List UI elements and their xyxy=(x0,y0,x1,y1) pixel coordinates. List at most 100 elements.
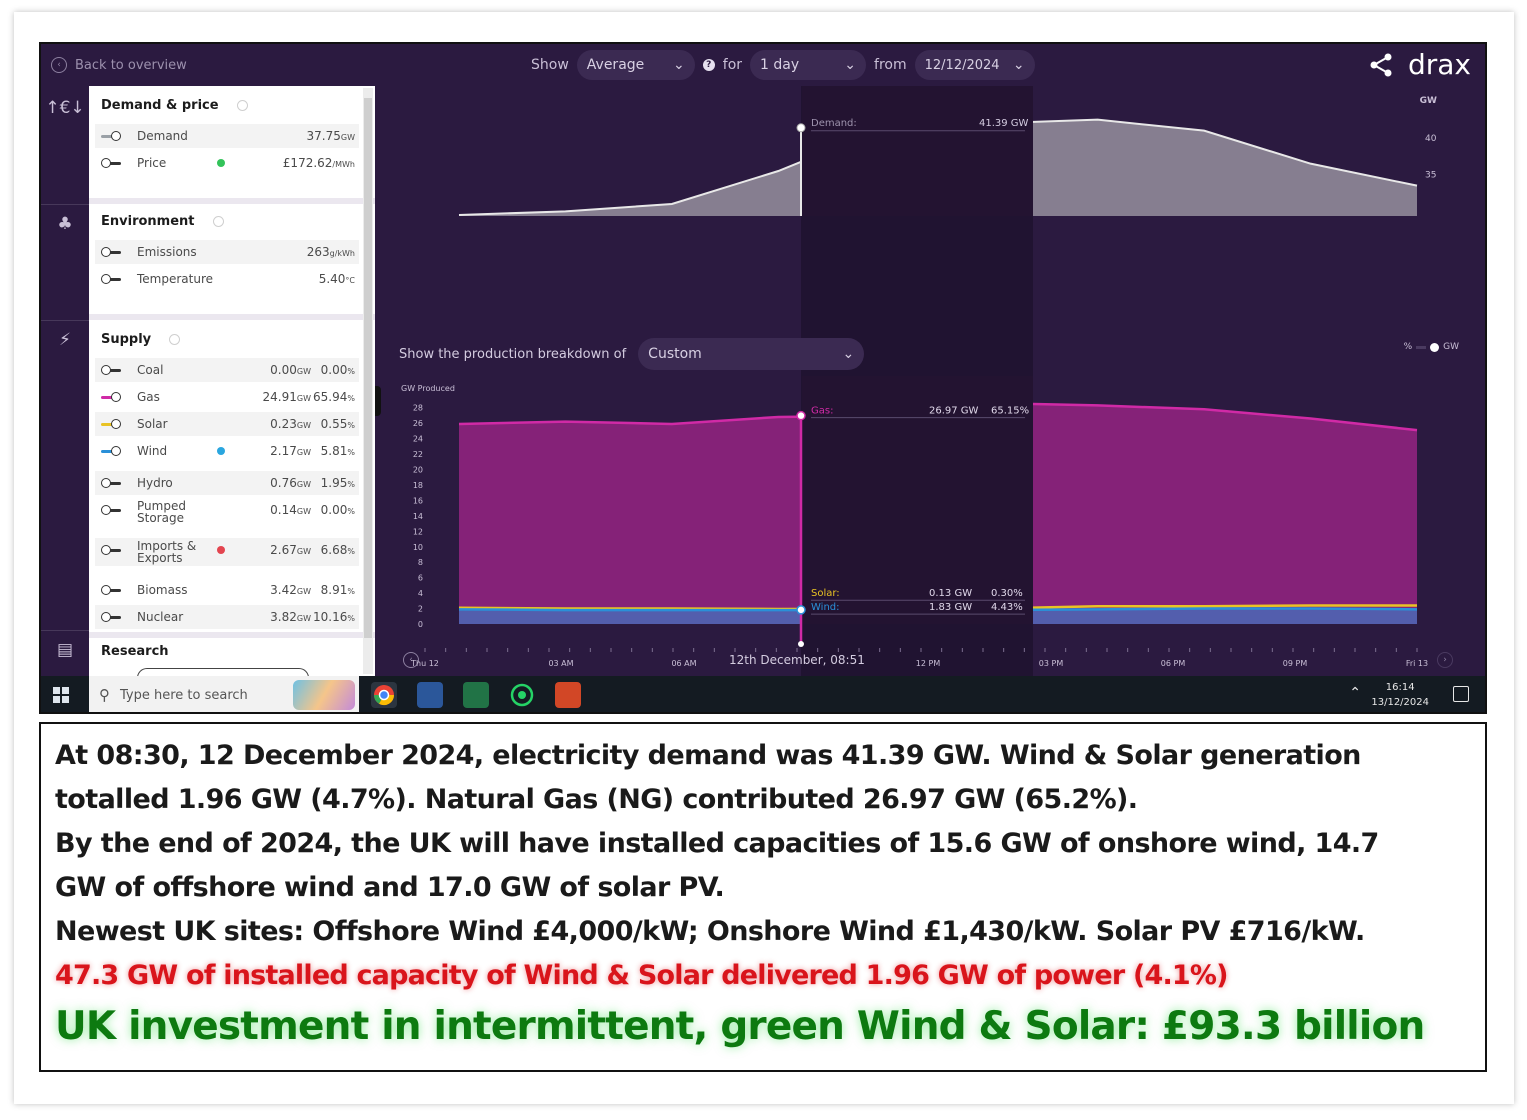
row-gw: 0.14GW xyxy=(270,503,311,517)
row-imports-exports[interactable]: Imports & Exports 2.67GW 6.68% xyxy=(95,538,359,566)
row-pumped-storage[interactable]: Pumped Storage 0.14GW 0.00% xyxy=(95,498,359,526)
sidebar: Demand & price Demand 37.75GW Price £172… xyxy=(89,86,375,676)
help-icon[interactable] xyxy=(212,216,224,227)
sidebar-scrollbar[interactable] xyxy=(363,88,373,674)
info-icon[interactable]: ? xyxy=(702,59,715,71)
toggle-biomass[interactable] xyxy=(101,585,121,595)
row-price[interactable]: Price £172.62/MWh xyxy=(95,151,359,175)
back-to-overview-link[interactable]: ‹ Back to overview xyxy=(51,57,187,73)
excel-icon[interactable] xyxy=(463,682,489,708)
toggle-pumped-storage[interactable] xyxy=(101,505,121,515)
section-divider xyxy=(89,314,375,320)
unit-toggle-pct: % xyxy=(1403,342,1413,352)
row-nuclear[interactable]: Nuclear 3.82GW 10.16% xyxy=(95,605,359,629)
unit-toggle-knob xyxy=(1430,342,1440,352)
research-section-title[interactable]: Research xyxy=(101,644,169,659)
help-icon[interactable] xyxy=(169,334,181,345)
toggle-emissions[interactable] xyxy=(101,247,121,257)
word-icon[interactable] xyxy=(417,682,443,708)
whatsapp-icon[interactable] xyxy=(509,682,535,708)
row-hydro[interactable]: Hydro 0.76GW 1.95% xyxy=(95,471,359,495)
row-label: Biomass xyxy=(137,583,188,597)
toggle-demand[interactable] xyxy=(101,131,121,141)
row-gas[interactable]: Gas 24.91GW 65.94% xyxy=(95,385,359,409)
row-temperature[interactable]: Temperature 5.40°C xyxy=(95,267,359,291)
chevron-up-icon[interactable]: ⌃ xyxy=(1349,685,1361,701)
row-pct: 0.00% xyxy=(321,363,355,377)
chrome-icon[interactable] xyxy=(371,682,397,708)
caption-line-5: Newest UK sites: Offshore Wind £4,000/kW… xyxy=(55,916,1365,947)
toggle-hydro[interactable] xyxy=(101,478,121,488)
row-biomass[interactable]: Biomass 3.42GW 8.91% xyxy=(95,578,359,602)
toggle-price[interactable] xyxy=(101,158,121,168)
scrollbar-thumb[interactable] xyxy=(364,98,372,638)
period-controls: Show Average ⌄ ? for 1 day ⌄ from 12/12/… xyxy=(531,50,1035,80)
from-date-select[interactable]: 12/12/2024 ⌄ xyxy=(914,50,1035,80)
research-button[interactable] xyxy=(137,668,309,676)
section-divider xyxy=(89,198,375,204)
toggle-gas[interactable] xyxy=(101,392,121,402)
demand-price-icon[interactable]: ↑€↓ xyxy=(45,94,84,122)
breakdown-select[interactable]: Custom ⌄ xyxy=(638,338,865,370)
notification-icon[interactable] xyxy=(1453,686,1469,702)
row-wind[interactable]: Wind 2.17GW 5.81% xyxy=(95,439,359,463)
show-label: Show xyxy=(531,57,569,73)
row-emissions[interactable]: Emissions 263g/kWh xyxy=(95,240,359,264)
for-select[interactable]: 1 day ⌄ xyxy=(750,50,867,80)
row-solar[interactable]: Solar 0.23GW 0.55% xyxy=(95,412,359,436)
status-dot xyxy=(217,546,225,554)
search-placeholder: Type here to search xyxy=(120,687,248,703)
powerpoint-icon[interactable] xyxy=(555,682,581,708)
caption-line-4: GW of offshore wind and 17.0 GW of solar… xyxy=(55,872,725,903)
unit: GW xyxy=(296,394,311,403)
toggle-imports-exports[interactable] xyxy=(101,545,121,555)
unit: GW xyxy=(340,133,355,142)
toggle-wind[interactable] xyxy=(101,446,121,456)
toggle-solar[interactable] xyxy=(101,419,121,429)
drax-dashboard-screenshot: ‹ Back to overview Show Average ⌄ ? for … xyxy=(39,42,1487,714)
supply-lightning-icon[interactable]: ⚡ xyxy=(51,326,79,354)
unit: /MWh xyxy=(332,160,355,169)
toggle-nuclear[interactable] xyxy=(101,612,121,622)
chevron-down-icon: ⌄ xyxy=(844,57,857,73)
windows-start-icon[interactable] xyxy=(53,687,69,703)
toggle-coal[interactable] xyxy=(101,365,121,375)
rail-divider xyxy=(41,630,89,631)
toggle-temperature[interactable] xyxy=(101,274,121,284)
clock-date: 13/12/2024 xyxy=(1371,697,1429,708)
supply-y-tick: 18 xyxy=(413,481,423,490)
caption-line-3: By the end of 2024, the UK will have ins… xyxy=(55,828,1379,859)
gw-value: 3.42 xyxy=(270,583,297,597)
search-icon: ⚲ xyxy=(99,686,110,704)
timeline-cursor-point xyxy=(798,641,804,647)
share-icon[interactable] xyxy=(1368,52,1394,78)
unit: GW xyxy=(296,587,311,596)
row-label: Hydro xyxy=(137,476,173,490)
unit: % xyxy=(347,448,355,457)
chevron-down-icon: ⌄ xyxy=(673,57,685,73)
supply-y-tick: 26 xyxy=(413,419,423,428)
back-label: Back to overview xyxy=(75,57,187,73)
taskbar-clock[interactable]: 16:14 13/12/2024 xyxy=(1371,680,1429,710)
row-demand[interactable]: Demand 37.75GW xyxy=(95,124,359,148)
breakdown-label: Show the production breakdown of xyxy=(399,346,627,362)
row-gw: 3.82GW xyxy=(270,610,311,624)
unit: % xyxy=(347,507,355,516)
help-icon[interactable] xyxy=(236,100,248,111)
row-value: 5.40°C xyxy=(319,272,355,286)
row-coal[interactable]: Coal 0.00GW 0.00% xyxy=(95,358,359,382)
unit-toggle[interactable]: % GW xyxy=(1404,342,1459,352)
research-document-icon[interactable]: ▤ xyxy=(51,636,79,664)
supply-y-tick: 28 xyxy=(413,404,423,413)
unit: GW xyxy=(296,547,311,556)
supply-y-tick: 8 xyxy=(418,558,423,567)
supply-y-tick: 16 xyxy=(413,496,423,505)
supply-y-tick: 14 xyxy=(413,512,423,521)
status-dot xyxy=(217,159,225,167)
pct-value: 0.55 xyxy=(320,417,348,431)
demand-tooltip-value: 41.39 GW xyxy=(979,118,1029,129)
environment-icon[interactable]: ♣ xyxy=(51,210,79,238)
row-pct: 6.68% xyxy=(321,543,355,557)
taskbar-search[interactable]: ⚲ Type here to search xyxy=(89,676,359,712)
show-select[interactable]: Average ⌄ xyxy=(576,50,695,80)
